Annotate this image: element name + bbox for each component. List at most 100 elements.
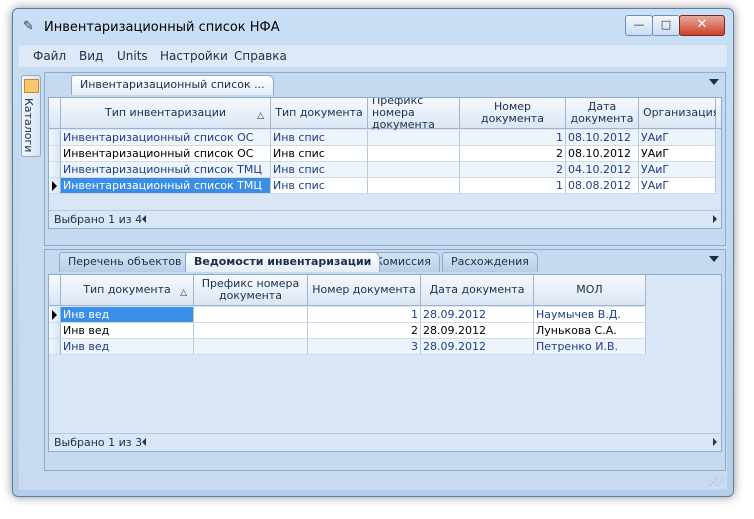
column-header-prefix[interactable]: Префикс номера документа	[194, 275, 308, 306]
column-header-number[interactable]: Номер документа	[308, 275, 421, 306]
column-header-mol[interactable]: МОЛ	[534, 275, 646, 306]
maximize-button[interactable]: □	[652, 15, 680, 36]
cell-date: 08.08.2012	[566, 178, 639, 194]
minimize-button[interactable]: —	[625, 15, 653, 36]
column-header-date[interactable]: Дата документа	[421, 275, 534, 306]
cell-mol: Лунькова С.А.	[534, 323, 646, 339]
table-row-selected[interactable]: Инвентаризационный список ТМЦ Инв спис 1…	[49, 178, 716, 194]
cell-date: 04.10.2012	[566, 162, 639, 178]
table-row-selected[interactable]: Инв вед 1 28.09.2012 Наумычев В.Д.	[49, 307, 646, 323]
grid-header: Тип инвентаризации △ Тип документа Префи…	[49, 98, 721, 131]
main-window: ✎ Инвентаризационный список НФА — □ ✕ Фа…	[12, 8, 734, 497]
menu-view[interactable]: Вид	[79, 49, 103, 63]
menu-settings[interactable]: Настройки	[160, 49, 228, 63]
cell-date: 08.10.2012	[566, 130, 639, 146]
selection-count: Выбрано 1 из 3	[54, 436, 143, 449]
menu-units[interactable]: Units	[117, 49, 148, 63]
cell-mol: Наумычев В.Д.	[534, 307, 646, 323]
cell-doc-type: Инв спис	[271, 178, 368, 194]
cell-prefix	[194, 307, 308, 323]
column-header-org[interactable]: Организация	[639, 98, 719, 129]
sort-triangle-icon: △	[180, 288, 187, 298]
row-header-corner	[49, 275, 61, 306]
top-panel: Инвентаризационный список ... Тип инвент…	[44, 72, 726, 246]
cell-number: 2	[308, 323, 421, 339]
row-header	[49, 323, 61, 339]
resize-grip-icon[interactable]: ⋰⋰	[709, 478, 724, 487]
tab-discrepancies[interactable]: Расхождения	[442, 252, 538, 272]
scroll-left-icon[interactable]	[142, 438, 146, 446]
cell-inventory-type: Инвентаризационный список ТМЦ	[61, 162, 271, 178]
column-header-doc-type[interactable]: Тип документа	[271, 98, 368, 129]
bottom-panel: Перечень объектов Ведомости инвентаризац…	[44, 249, 726, 471]
menu-help[interactable]: Справка	[234, 49, 287, 63]
cell-prefix	[368, 162, 460, 178]
row-header	[49, 146, 61, 162]
cell-date: 28.09.2012	[421, 307, 534, 323]
column-header-prefix[interactable]: Префикс номера документа	[368, 98, 460, 131]
column-header-inventory-type[interactable]: Тип инвентаризации △	[61, 98, 271, 129]
cell-date: 08.10.2012	[566, 146, 639, 162]
dropdown-arrow-icon[interactable]	[709, 256, 719, 262]
row-header	[49, 178, 61, 194]
cell-prefix	[368, 130, 460, 146]
scroll-right-icon[interactable]	[713, 215, 717, 223]
cell-doc-type: Инв вед	[61, 323, 194, 339]
menu-bar: Файл Вид Units Настройки Справка	[19, 45, 727, 67]
column-header-number[interactable]: Номер документа	[460, 98, 566, 129]
grid-header: Тип документа △ Префикс номера документа…	[49, 275, 646, 307]
row-marker-icon	[52, 181, 57, 191]
table-row[interactable]: Инв вед 2 28.09.2012 Лунькова С.А.	[49, 323, 646, 339]
status-bar: Выбрано 1 из 4	[49, 210, 721, 228]
row-header-corner	[49, 98, 61, 129]
window-title: Инвентаризационный список НФА	[44, 20, 280, 35]
cell-prefix	[194, 339, 308, 355]
cell-inventory-type: Инвентаризационный список ТМЦ	[61, 178, 271, 194]
statements-grid: Тип документа △ Префикс номера документа…	[48, 274, 722, 452]
cell-number: 1	[308, 307, 421, 323]
table-row[interactable]: Инвентаризационный список ТМЦ Инв спис 2…	[49, 162, 716, 178]
cell-number: 2	[460, 162, 566, 178]
title-bar: ✎ Инвентаризационный список НФА — □ ✕	[13, 9, 733, 43]
scroll-left-icon[interactable]	[142, 215, 146, 223]
dropdown-arrow-icon[interactable]	[709, 79, 719, 85]
inventory-list-grid: Тип инвентаризации △ Тип документа Префи…	[48, 97, 722, 229]
cell-doc-type: Инв вед	[61, 307, 194, 323]
tab-inventory-list[interactable]: Инвентаризационный список ...	[71, 75, 274, 95]
cell-prefix	[368, 178, 460, 194]
table-row[interactable]: Инв вед 3 28.09.2012 Петренко И.В.	[49, 339, 646, 355]
selection-count: Выбрано 1 из 4	[54, 213, 143, 226]
side-tab-catalogs[interactable]: Каталоги	[21, 75, 41, 157]
cell-inventory-type: Инвентаризационный список ОС	[61, 130, 271, 146]
status-bar: Выбрано 1 из 3	[49, 433, 721, 451]
cell-doc-type: Инв спис	[271, 162, 368, 178]
cell-number: 1	[460, 130, 566, 146]
tab-inventory-statements[interactable]: Ведомости инвентаризации	[185, 252, 381, 272]
cell-doc-type: Инв спис	[271, 146, 368, 162]
cell-mol: Петренко И.В.	[534, 339, 646, 355]
cell-number: 1	[460, 178, 566, 194]
column-header-date[interactable]: Дата документа	[566, 98, 639, 129]
cell-org: УАиГ	[639, 130, 716, 146]
catalog-icon	[24, 79, 39, 93]
cell-org: УАиГ	[639, 162, 716, 178]
table-row[interactable]: Инвентаризационный список ОС Инв спис 2 …	[49, 146, 716, 162]
column-header-doc-type[interactable]: Тип документа △	[61, 275, 194, 306]
client-area: Каталоги Инвентаризационный список ... Т…	[19, 69, 727, 490]
cell-inventory-type: Инвентаризационный список ОС	[61, 146, 271, 162]
row-header	[49, 339, 61, 355]
menu-file[interactable]: Файл	[33, 49, 66, 63]
close-button[interactable]: ✕	[679, 15, 725, 36]
tab-objects-list[interactable]: Перечень объектов	[59, 252, 191, 272]
row-header	[49, 162, 61, 178]
scroll-right-icon[interactable]	[713, 438, 717, 446]
cell-org: УАиГ	[639, 178, 716, 194]
cell-prefix	[194, 323, 308, 339]
side-tab-label: Каталоги	[22, 98, 35, 153]
table-row[interactable]: Инвентаризационный список ОС Инв спис 1 …	[49, 130, 716, 146]
column-header-extra	[716, 98, 721, 129]
sort-triangle-icon: △	[257, 111, 264, 121]
row-marker-icon	[52, 310, 57, 320]
cell-number: 3	[308, 339, 421, 355]
cell-date: 28.09.2012	[421, 323, 534, 339]
